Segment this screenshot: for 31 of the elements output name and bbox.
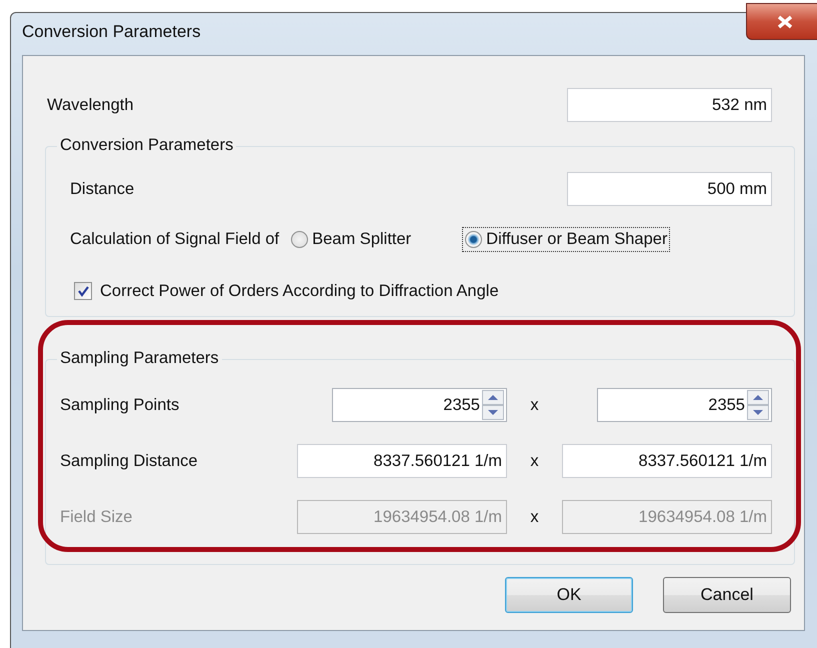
radio-label: Beam Splitter: [312, 230, 412, 248]
radio-option[interactable]: Diffuser or Beam Shaper: [462, 226, 670, 252]
radio-button[interactable]: [465, 230, 482, 248]
field-label: Wavelength: [47, 96, 134, 114]
field-label: Field Size: [60, 508, 134, 526]
field-label: Sampling Points: [60, 396, 180, 414]
spin-arrows-icon[interactable]: [482, 390, 504, 420]
radio-label: Diffuser or Beam Shaper: [486, 230, 668, 248]
close-icon: [776, 14, 794, 28]
separator-label: x: [530, 396, 539, 414]
input-field[interactable]: 532 nm: [567, 88, 772, 122]
close-button[interactable]: [746, 3, 817, 40]
dialog-button[interactable]: OK: [505, 577, 633, 613]
input-field[interactable]: 500 mm: [567, 172, 772, 206]
input-field[interactable]: 8337.560121 1/m: [562, 444, 772, 478]
field-label: Calculation of Signal Field of: [70, 230, 280, 248]
input-field[interactable]: 8337.560121 1/m: [297, 444, 507, 478]
separator-label: x: [530, 508, 539, 526]
group-title: Sampling Parameters: [57, 349, 222, 368]
spin-field[interactable]: 2355: [332, 388, 507, 422]
radio-button[interactable]: [291, 230, 308, 248]
window-title: Conversion Parameters: [22, 22, 201, 42]
field-label: Sampling Distance: [60, 452, 199, 470]
separator-label: x: [530, 452, 539, 470]
field-label: Distance: [70, 180, 134, 198]
checkbox-label: Correct Power of Orders According to Diffraction Angle: [100, 282, 499, 300]
spin-arrows-icon[interactable]: [747, 390, 769, 420]
dialog-button[interactable]: Cancel: [663, 577, 791, 613]
checkbox[interactable]: [74, 282, 92, 300]
spin-field[interactable]: 2355: [597, 388, 772, 422]
radio-option[interactable]: Beam Splitter: [288, 226, 414, 252]
